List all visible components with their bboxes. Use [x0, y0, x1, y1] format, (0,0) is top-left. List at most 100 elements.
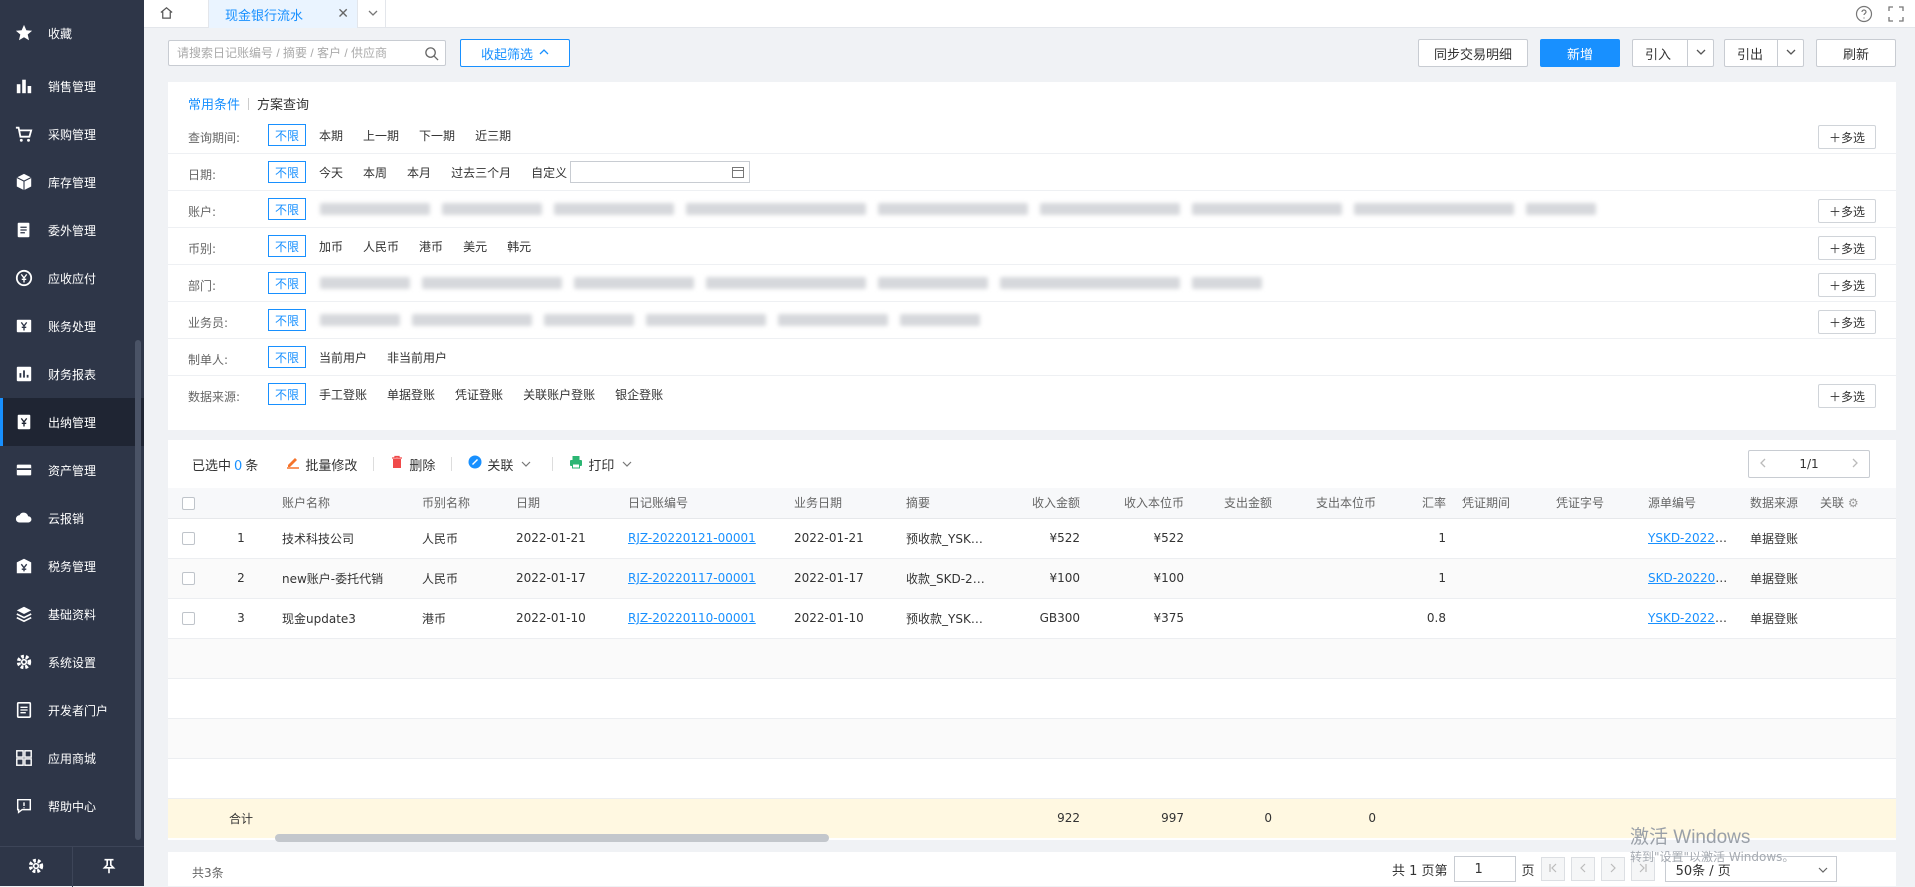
option-this-month[interactable]: 本月	[400, 161, 438, 183]
sidebar-item-assets[interactable]: 资产管理	[0, 446, 144, 494]
sidebar-item-tax[interactable]: 税务管理	[0, 542, 144, 590]
tab-scheme-query[interactable]: 方案查询	[257, 94, 309, 113]
settings-button[interactable]	[0, 847, 72, 887]
column-income-base[interactable]: 收入本位币	[1088, 488, 1192, 519]
option-custom[interactable]: 自定义	[524, 161, 568, 183]
option-voucher-entry[interactable]: 凭证登账	[448, 383, 510, 405]
cell-source-no[interactable]: YSKD-20220110	[1640, 598, 1742, 639]
sidebar-item-settings[interactable]: 系统设置	[0, 638, 144, 686]
column-date[interactable]: 日期	[508, 488, 620, 519]
column-journal-no[interactable]: 日记账编号	[620, 488, 786, 519]
option-today[interactable]: 今天	[312, 161, 350, 183]
column-income[interactable]: 收入金额	[996, 488, 1088, 519]
sidebar-item-help[interactable]: 帮助中心	[0, 782, 144, 830]
column-expense-base[interactable]: 支出本位币	[1280, 488, 1384, 519]
row-checkbox-cell[interactable]	[168, 558, 208, 599]
option-unlimited[interactable]: 不限	[268, 346, 307, 368]
source-no-link[interactable]: YSKD-20220121	[1648, 531, 1742, 545]
multi-select-button[interactable]: ＋多选	[1818, 273, 1876, 297]
multi-select-button[interactable]: ＋多选	[1818, 236, 1876, 260]
sidebar-item-sales[interactable]: 销售管理	[0, 62, 144, 110]
multi-select-button[interactable]: ＋多选	[1818, 384, 1876, 408]
source-no-link[interactable]: SKD-20220117	[1648, 571, 1738, 585]
row-checkbox-cell[interactable]	[168, 598, 208, 639]
option-manual-entry[interactable]: 手工登账	[312, 383, 374, 405]
cell-source-no[interactable]: YSKD-20220121	[1640, 518, 1742, 559]
sync-transactions-button[interactable]: 同步交易明细	[1418, 39, 1528, 67]
import-dropdown[interactable]	[1687, 40, 1713, 66]
option-bank-enterprise-entry[interactable]: 银企登账	[608, 383, 670, 405]
sidebar-item-expense[interactable]: 云报销	[0, 494, 144, 542]
pin-button[interactable]	[72, 847, 144, 887]
refresh-button[interactable]: 刷新	[1816, 39, 1896, 67]
column-voucher-period[interactable]: 凭证期间	[1454, 488, 1548, 519]
option-unlimited[interactable]: 不限	[268, 124, 307, 146]
source-no-link[interactable]: YSKD-20220110	[1648, 611, 1742, 625]
gear-icon[interactable]: ⚙	[1848, 496, 1859, 510]
option-cad[interactable]: 加币	[312, 235, 350, 257]
cell-journal-no[interactable]: RJZ-20220117-00001	[620, 558, 786, 599]
option-krw[interactable]: 韩元	[500, 235, 538, 257]
sidebar-item-favorites[interactable]: 收藏	[0, 9, 144, 57]
select-all-checkbox[interactable]	[181, 496, 195, 510]
option-unlimited[interactable]: 不限	[268, 235, 307, 257]
sidebar-item-purchase[interactable]: 采购管理	[0, 110, 144, 158]
fullscreen-icon[interactable]	[1887, 5, 1905, 26]
option-other-users[interactable]: 非当前用户	[380, 346, 454, 368]
option-usd[interactable]: 美元	[456, 235, 494, 257]
delete-button[interactable]: 删除	[390, 455, 435, 474]
sidebar-item-developer[interactable]: 开发者门户	[0, 686, 144, 734]
journal-no-link[interactable]: RJZ-20220117-00001	[628, 571, 756, 585]
sidebar-item-outsource[interactable]: 委外管理	[0, 206, 144, 254]
option-unlimited[interactable]: 不限	[268, 309, 307, 331]
collapse-filter-button[interactable]: 收起筛选	[460, 39, 570, 67]
next-page-icon[interactable]	[1849, 457, 1861, 472]
batch-edit-button[interactable]: 批量修改	[286, 455, 357, 474]
row-checkbox[interactable]	[181, 612, 195, 625]
option-past-three-months[interactable]: 过去三个月	[444, 161, 518, 183]
column-data-source[interactable]: 数据来源	[1742, 488, 1812, 519]
option-cny[interactable]: 人民币	[356, 235, 406, 257]
column-rate[interactable]: 汇率	[1384, 488, 1454, 519]
home-button[interactable]	[154, 3, 178, 25]
column-account-name[interactable]: 账户名称	[274, 488, 414, 519]
option-unlimited[interactable]: 不限	[268, 161, 307, 183]
sidebar-item-app-store[interactable]: 应用商城	[0, 734, 144, 782]
sidebar-item-reports[interactable]: 财务报表	[0, 350, 144, 398]
option-this-week[interactable]: 本周	[356, 161, 394, 183]
help-icon[interactable]	[1855, 5, 1873, 26]
option-current-user[interactable]: 当前用户	[312, 346, 374, 368]
row-checkbox-cell[interactable]	[168, 518, 208, 559]
table-row[interactable]: 1 技术科技公司 人民币 2022-01-21 RJZ-20220121-000…	[168, 518, 1896, 559]
multi-select-button[interactable]: ＋多选	[1818, 199, 1876, 223]
export-dropdown[interactable]	[1777, 40, 1803, 66]
option-linked-account-entry[interactable]: 关联账户登账	[516, 383, 602, 405]
import-button[interactable]: 引入	[1632, 39, 1714, 67]
sidebar-item-receivable[interactable]: 应收应付	[0, 254, 144, 302]
cell-source-no[interactable]: SKD-20220117	[1640, 558, 1742, 599]
option-current-period[interactable]: 本期	[312, 124, 350, 146]
column-voucher-no[interactable]: 凭证字号	[1548, 488, 1640, 519]
table-row[interactable]: 2 new账户-委托代销 人民币 2022-01-17 RJZ-20220117…	[168, 558, 1896, 599]
link-button[interactable]: 关联	[468, 455, 536, 474]
select-all-checkbox-cell[interactable]	[168, 488, 208, 519]
row-checkbox[interactable]	[181, 572, 195, 585]
multi-select-button[interactable]: ＋多选	[1818, 125, 1876, 149]
export-button[interactable]: 引出	[1724, 39, 1804, 67]
prev-page-icon[interactable]	[1757, 457, 1769, 472]
option-previous-period[interactable]: 上一期	[356, 124, 406, 146]
custom-date-range-input[interactable]	[570, 161, 751, 183]
sidebar-item-inventory[interactable]: 库存管理	[0, 158, 144, 206]
option-document-entry[interactable]: 单据登账	[380, 383, 442, 405]
sidebar-item-accounting[interactable]: 账务处理	[0, 302, 144, 350]
first-page-button[interactable]	[1540, 857, 1565, 881]
option-hkd[interactable]: 港币	[412, 235, 450, 257]
column-linked[interactable]: 关联 ⚙	[1812, 488, 1896, 519]
row-checkbox[interactable]	[181, 532, 195, 545]
prev-page-button[interactable]	[1570, 857, 1595, 881]
column-expense[interactable]: 支出金额	[1192, 488, 1280, 519]
option-unlimited[interactable]: 不限	[268, 272, 307, 294]
journal-no-link[interactable]: RJZ-20220110-00001	[628, 611, 756, 625]
cell-journal-no[interactable]: RJZ-20220110-00001	[620, 598, 786, 639]
multi-select-button[interactable]: ＋多选	[1818, 310, 1876, 334]
